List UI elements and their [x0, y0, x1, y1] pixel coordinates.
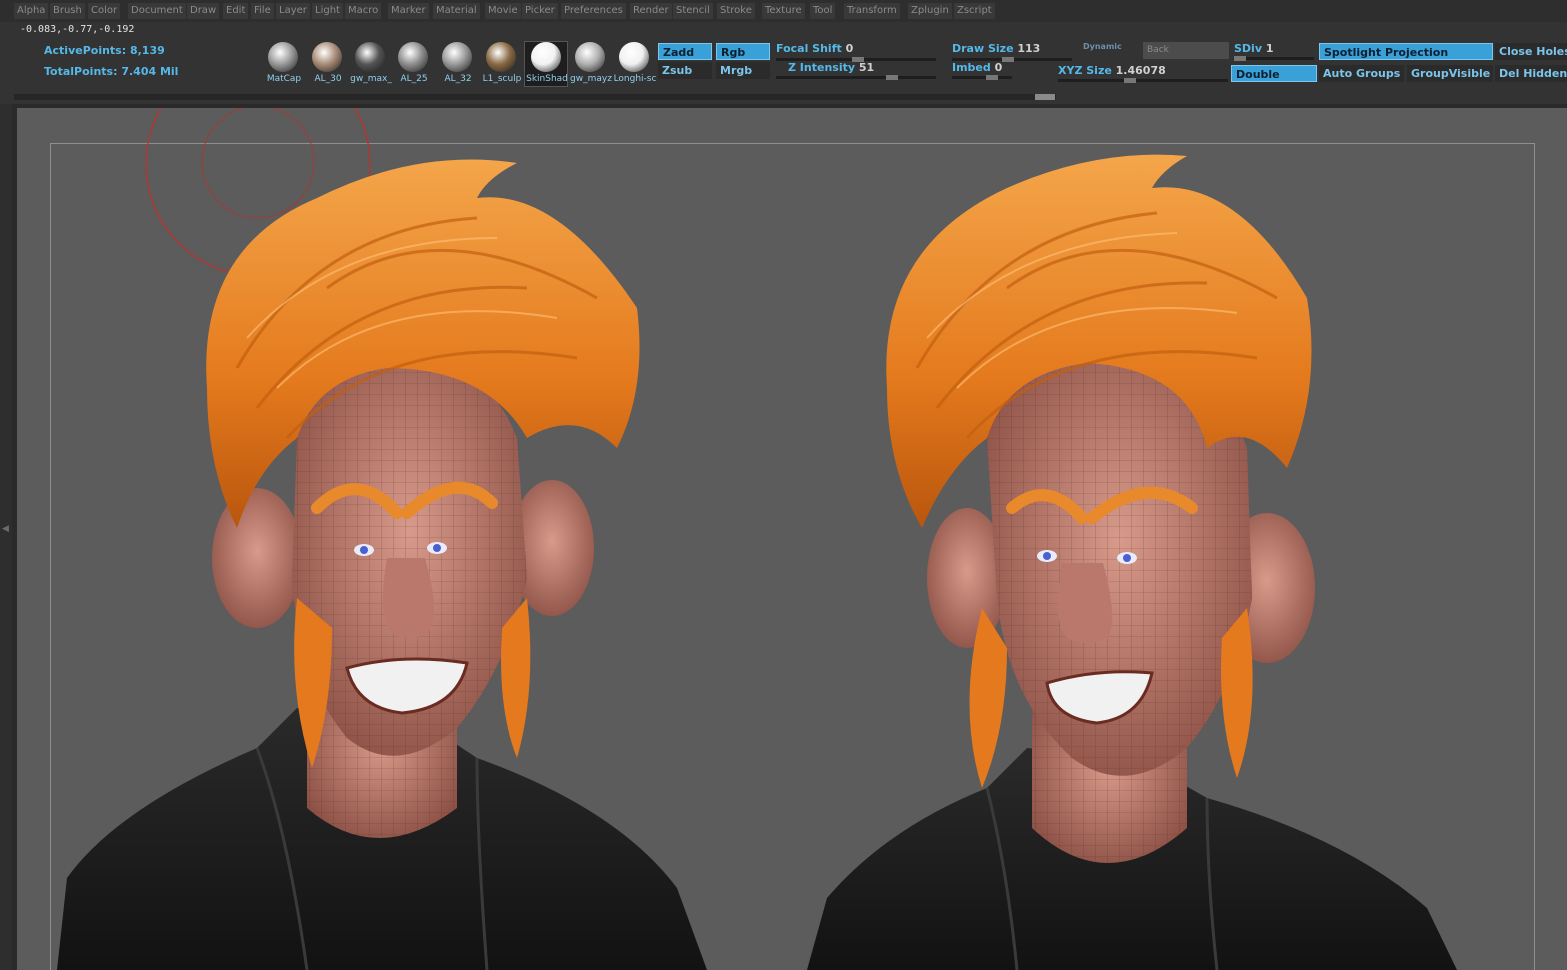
material-label: gw_max_ [350, 74, 392, 84]
menu-transform[interactable]: Transform [844, 3, 900, 19]
material-swatch[interactable]: gw_mayz [569, 42, 612, 86]
menu-bar: Alpha Brush Color Document Draw Edit Fil… [0, 0, 1567, 22]
character-model-right [807, 154, 1457, 970]
material-sphere-icon [619, 42, 649, 72]
imbed-track[interactable] [952, 75, 1012, 80]
material-sphere-icon [398, 42, 428, 72]
mrgb-button[interactable]: Mrgb [716, 62, 770, 79]
imbed-knob[interactable] [986, 75, 998, 80]
left-tray: ◀ [0, 104, 12, 970]
z-intensity-track[interactable] [776, 75, 936, 80]
sdiv-knob[interactable] [1234, 56, 1246, 61]
material-swatch[interactable]: SkinShad [524, 41, 568, 87]
menu-color[interactable]: Color [88, 3, 121, 19]
material-swatch[interactable]: Longhi-sc [613, 42, 657, 86]
sdiv-slider[interactable]: SDiv 1 [1234, 42, 1274, 55]
zadd-button[interactable]: Zadd [658, 43, 712, 60]
material-label: Longhi-sc [613, 74, 657, 84]
menu-texture[interactable]: Texture [762, 3, 805, 19]
shelf-scrollbar[interactable] [14, 94, 1056, 100]
menu-material[interactable]: Material [433, 3, 480, 19]
menu-zscript[interactable]: Zscript [954, 3, 995, 19]
material-label: AL_25 [400, 74, 428, 84]
top-shelf: -0.083,-0.77,-0.192 ActivePoints: 8,139 … [0, 22, 1567, 104]
material-sphere-icon [486, 42, 516, 72]
xyz-size-slider[interactable]: XYZ Size 1.46078 [1058, 64, 1166, 77]
material-label: AL_32 [444, 74, 472, 84]
material-label: L1_sculp [482, 74, 522, 84]
menu-marker[interactable]: Marker [388, 3, 429, 19]
menu-document[interactable]: Document [128, 3, 186, 19]
material-label: AL_30 [314, 74, 342, 84]
menu-brush[interactable]: Brush [50, 3, 85, 19]
spotlight-projection-button[interactable]: Spotlight Projection [1319, 43, 1493, 60]
material-sphere-icon [442, 42, 472, 72]
menu-picker[interactable]: Picker [522, 3, 558, 19]
xyz-size-track[interactable] [1058, 78, 1228, 83]
material-label: SkinShad [526, 74, 568, 84]
material-swatch[interactable]: gw_max_ [349, 42, 392, 86]
active-points-readout: ActivePoints: 8,139 [44, 44, 165, 57]
character-model-left [57, 159, 707, 970]
menu-stencil[interactable]: Stencil [673, 3, 713, 19]
material-swatch[interactable]: AL_25 [392, 42, 434, 86]
material-sphere-icon [531, 42, 561, 72]
menu-layer[interactable]: Layer [276, 3, 310, 19]
z-intensity-knob[interactable] [886, 75, 898, 80]
menu-stroke[interactable]: Stroke [717, 3, 755, 19]
back-button[interactable]: Back [1143, 42, 1229, 59]
xyz-size-knob[interactable] [1124, 78, 1136, 83]
material-label: gw_mayz [570, 74, 612, 84]
material-sphere-icon [575, 42, 605, 72]
menu-movie[interactable]: Movie [485, 3, 521, 19]
auto-groups-button[interactable]: Auto Groups [1319, 65, 1404, 82]
material-swatch[interactable]: AL_32 [436, 42, 478, 86]
dynamic-toggle[interactable]: Dynamic [1083, 42, 1122, 51]
focal-shift-slider[interactable]: Focal Shift 0 [776, 42, 853, 55]
canvas-viewport[interactable] [17, 108, 1567, 970]
menu-preferences[interactable]: Preferences [561, 3, 626, 19]
material-swatch[interactable]: MatCap [262, 42, 304, 86]
material-sphere-icon [355, 42, 385, 72]
total-points-readout: TotalPoints: 7.404 Mil [44, 65, 179, 78]
draw-size-knob[interactable] [1002, 57, 1014, 62]
material-swatch[interactable]: AL_30 [306, 42, 348, 86]
shelf-scrollbar-thumb[interactable] [1035, 94, 1055, 100]
menu-edit[interactable]: Edit [223, 3, 249, 19]
imbed-slider[interactable]: Imbed 0 [952, 61, 1002, 74]
sdiv-track[interactable] [1234, 56, 1314, 61]
material-swatch[interactable]: L1_sculp [480, 42, 522, 86]
menu-tool[interactable]: Tool [810, 3, 836, 19]
menu-draw[interactable]: Draw [187, 3, 220, 19]
group-visible-button[interactable]: GroupVisible [1407, 65, 1493, 82]
z-intensity-slider[interactable]: Z Intensity 51 [788, 61, 874, 74]
zsub-button[interactable]: Zsub [658, 62, 712, 79]
material-label: MatCap [266, 74, 302, 84]
menu-zplugin[interactable]: Zplugin [908, 3, 952, 19]
del-hidden-button[interactable]: Del Hidden [1495, 65, 1567, 82]
cursor-coordinates: -0.083,-0.77,-0.192 [20, 24, 135, 35]
close-holes-button[interactable]: Close Holes [1495, 43, 1567, 60]
zbrush-window: Alpha Brush Color Document Draw Edit Fil… [0, 0, 1567, 970]
tray-expand-icon[interactable]: ◀ [2, 524, 9, 534]
menu-file[interactable]: File [251, 3, 274, 19]
menu-render[interactable]: Render [630, 3, 672, 19]
material-sphere-icon [268, 42, 298, 72]
rgb-button[interactable]: Rgb [716, 43, 770, 60]
menu-light[interactable]: Light [312, 3, 343, 19]
menu-macro[interactable]: Macro [345, 3, 382, 19]
material-sphere-icon [312, 42, 342, 72]
draw-size-slider[interactable]: Draw Size 113 [952, 42, 1040, 55]
menu-alpha[interactable]: Alpha [14, 3, 49, 19]
double-button[interactable]: Double [1231, 65, 1317, 82]
